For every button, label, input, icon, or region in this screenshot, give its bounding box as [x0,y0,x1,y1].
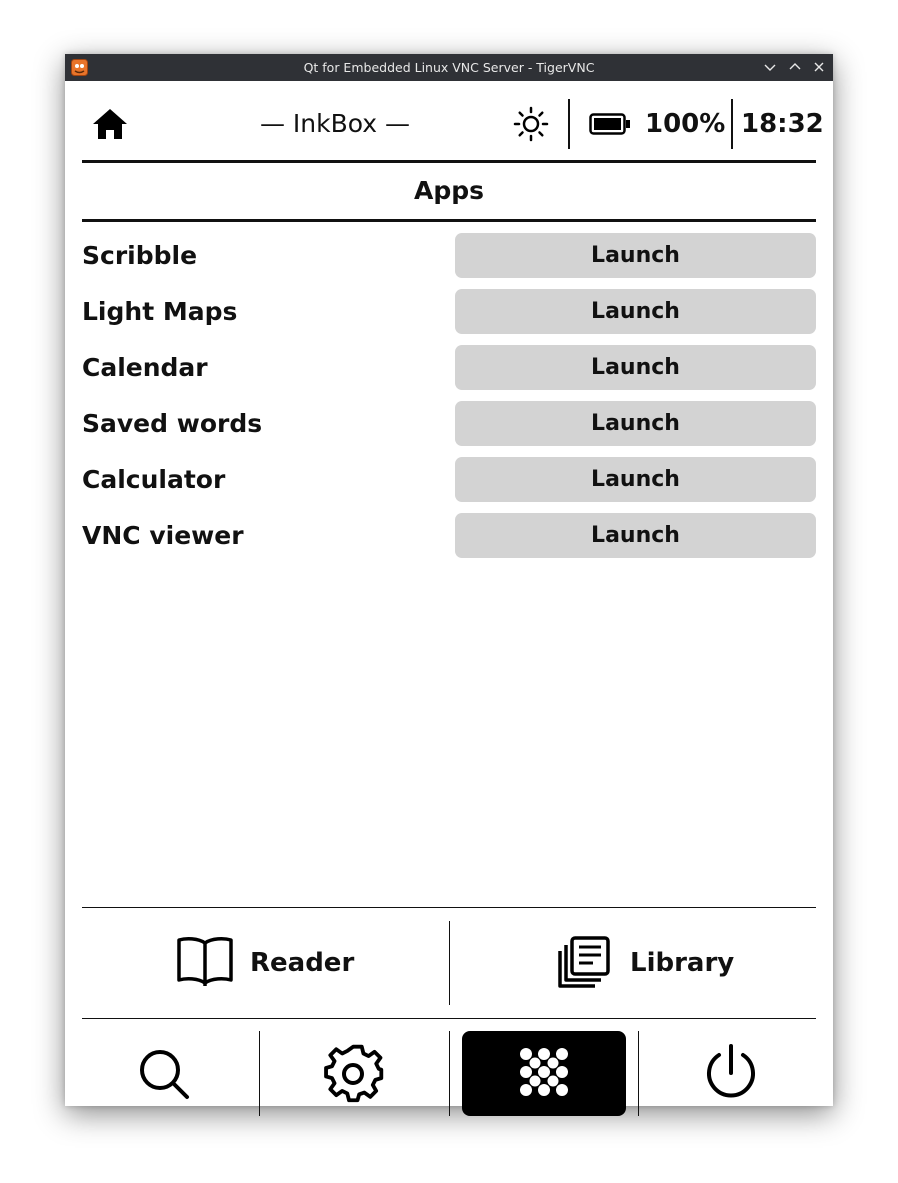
page-title: Apps [413,176,485,205]
library-button[interactable]: Library [450,921,817,1005]
battery-percentage: 100% [645,109,726,139]
app-name: Saved words [82,409,263,438]
vnc-window: Qt for Embedded Linux VNC Server - Tiger… [65,54,833,1116]
search-button[interactable] [82,1031,258,1116]
library-label: Library [630,948,735,978]
inkbox-screen: — InkBox — 100% 18:32 Apps Scribble Laun… [65,81,833,1116]
clock: 18:32 [741,109,824,139]
list-item: Scribble Launch [82,233,816,278]
list-item: Saved words Launch [82,401,816,446]
launch-button[interactable]: Launch [455,401,816,446]
brand-title: — InkBox — [259,109,411,138]
app-name: Calculator [82,465,226,494]
list-item: Calendar Launch [82,345,816,390]
launch-button[interactable]: Launch [455,289,816,334]
brightness-button[interactable] [512,105,550,143]
settings-button[interactable] [260,1031,448,1116]
reader-button[interactable]: Reader [82,921,449,1005]
dock-divider [82,1018,816,1019]
status-divider [731,99,733,149]
launch-button[interactable]: Launch [455,513,816,558]
power-button[interactable] [639,1031,816,1116]
window-title: Qt for Embedded Linux VNC Server - Tiger… [303,60,595,75]
app-name: Scribble [82,241,198,270]
window-titlebar[interactable]: Qt for Embedded Linux VNC Server - Tiger… [65,54,833,81]
list-item: Calculator Launch [82,457,816,502]
battery-full-icon [589,113,631,135]
search-icon [140,1050,189,1099]
home-button[interactable] [90,105,130,143]
brightness-icon [513,106,549,142]
launch-button[interactable]: Launch [455,457,816,502]
home-icon [93,109,127,139]
dock-separator [449,1031,450,1116]
list-item: Light Maps Launch [82,289,816,334]
close-icon[interactable] [810,58,828,76]
apps-grid-icon [520,1048,568,1096]
apps-button[interactable] [462,1031,626,1116]
power-icon [707,1044,755,1098]
minimize-icon[interactable] [761,58,779,76]
title-divider [82,219,816,222]
settings-icon [324,1044,384,1103]
bottom-divider [82,907,816,908]
list-item: VNC viewer Launch [82,513,816,558]
maximize-icon[interactable] [786,58,804,76]
book-open-icon [177,937,233,986]
reader-label: Reader [250,948,355,978]
status-divider [568,99,570,149]
library-icon [558,936,610,988]
app-name: Calendar [82,353,208,382]
app-name: Light Maps [82,297,238,326]
launch-button[interactable]: Launch [455,345,816,390]
app-name: VNC viewer [82,521,244,550]
launch-button[interactable]: Launch [455,233,816,278]
